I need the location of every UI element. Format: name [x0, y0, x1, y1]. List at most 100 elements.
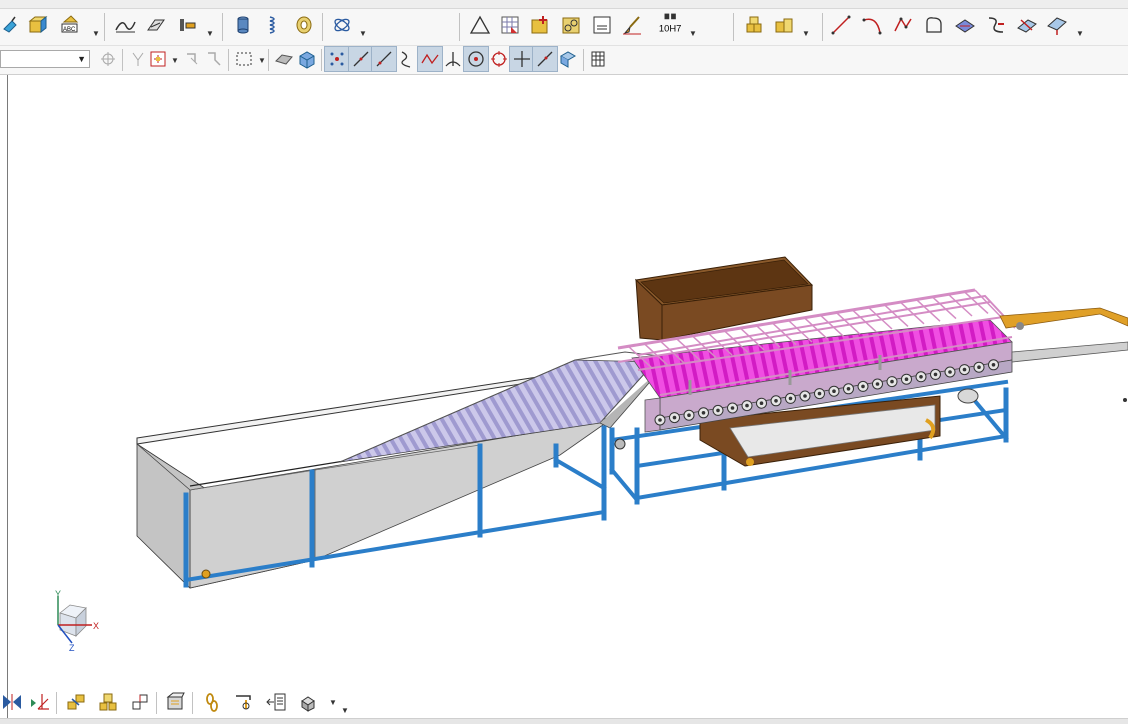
layer-select[interactable]: ▼ [0, 50, 90, 68]
gear-train-dropdown-icon[interactable]: ▼ [206, 29, 214, 38]
toolbar-row-1: ABC ▼ ▼ ▼ 10H7 ▼ ▼ ▼ [0, 9, 1128, 46]
snap-polyline-icon[interactable] [417, 46, 443, 72]
toolbar-separator [322, 13, 323, 41]
polyline-tool-icon[interactable] [891, 13, 915, 37]
add-feature-icon[interactable] [528, 13, 552, 37]
face-outline-icon[interactable] [922, 13, 946, 37]
transform-alt-icon[interactable] [202, 47, 226, 71]
chain-wheel-hub [658, 418, 662, 422]
outlet-chute [999, 307, 1128, 363]
path-tool-icon[interactable] [232, 690, 256, 714]
box-feature-icon[interactable] [25, 13, 49, 37]
snap-tangent-icon[interactable] [532, 46, 558, 72]
snap-line-icon[interactable] [348, 46, 374, 72]
snap-plus-icon[interactable] [509, 46, 535, 72]
fold-tool-icon[interactable] [1045, 13, 1069, 37]
ring-bearing-icon[interactable] [292, 13, 316, 37]
text-abc-icon[interactable]: ABC [58, 13, 82, 37]
tolerance-icon[interactable]: 10H7 [656, 11, 690, 35]
toolbar-top-strip [0, 0, 1128, 9]
chain-wheel-hub [759, 401, 764, 406]
cube-view-icon[interactable] [295, 47, 319, 71]
mirror-icon[interactable] [0, 690, 24, 714]
surface-sweep-icon[interactable] [113, 13, 137, 37]
component-dropdown-icon[interactable] [772, 13, 796, 37]
intersect-icon[interactable] [1015, 13, 1039, 37]
collection-crate-top [634, 256, 814, 341]
chevron-down-icon[interactable]: ▼ [77, 54, 86, 64]
select-box-dropdown-icon[interactable]: ▼ [258, 56, 266, 65]
coil-spring-dropdown-icon[interactable]: ▼ [359, 29, 367, 38]
split-tool-icon[interactable] [984, 13, 1008, 37]
chain-wheel-hub [933, 372, 938, 377]
toolbar-overflow-icon[interactable]: ▼ [341, 706, 349, 715]
select-box-icon[interactable] [232, 47, 256, 71]
surface-loft-icon[interactable] [144, 13, 168, 37]
chain-wheel-hub [861, 384, 865, 389]
toolbar-separator [192, 692, 193, 714]
chain-wheel-hub [991, 363, 996, 367]
snap-curve-icon[interactable] [395, 47, 419, 71]
curve-surface-icon[interactable] [953, 13, 977, 37]
coil-spring-icon[interactable] [330, 13, 354, 37]
pattern-icon[interactable] [64, 690, 88, 714]
explode-icon[interactable] [164, 690, 188, 714]
toolbar-separator [583, 49, 584, 71]
snap-grid-icon[interactable] [324, 46, 350, 72]
chain-wheel-hub [774, 399, 778, 403]
chain-wheel-hub [788, 396, 793, 401]
note-sheet-icon[interactable] [590, 13, 614, 37]
paint-brush-icon[interactable] [620, 13, 644, 37]
grid-table-icon[interactable] [586, 47, 610, 71]
chain-wheel-hub [730, 406, 735, 410]
spring-icon[interactable] [262, 13, 286, 37]
chain-wheel-hub [846, 387, 851, 391]
assembly-step-icon[interactable] [128, 690, 152, 714]
axis-triad: Y X Z [55, 589, 99, 653]
component-menu-dropdown-icon[interactable]: ▼ [802, 29, 810, 38]
filter-icon[interactable] [96, 47, 120, 71]
sheet-metal-tool-icon[interactable] [0, 13, 24, 37]
solid-view-icon[interactable] [272, 47, 296, 71]
toolbar-separator [459, 13, 460, 41]
conveyor-assembly-model[interactable]: Y X Z [0, 75, 1128, 718]
component-icon[interactable] [742, 13, 766, 37]
arc-tool-icon[interactable] [860, 13, 884, 37]
axis-z-label: Z [69, 643, 75, 653]
snap-point-dropdown-icon[interactable]: ▼ [171, 56, 179, 65]
properties-icon[interactable] [264, 690, 288, 714]
text-abc-dropdown-icon[interactable]: ▼ [92, 29, 100, 38]
chain-wheel-hub [745, 403, 749, 408]
chain-wheel-hub [716, 408, 720, 413]
gear-train-icon[interactable] [176, 13, 200, 37]
toolbar-separator [228, 49, 229, 71]
snap-reset-icon[interactable] [556, 47, 580, 71]
axis-y-label: Y [55, 589, 61, 599]
snap-circle-icon[interactable] [487, 47, 511, 71]
parts-icon[interactable] [96, 690, 120, 714]
chain-icon[interactable] [200, 690, 224, 714]
cylinder-part-icon[interactable] [231, 13, 255, 37]
blocks-icon[interactable] [298, 690, 322, 714]
snap-center-icon[interactable] [463, 46, 489, 72]
chain-wheel-hub [701, 411, 706, 415]
toolbar-separator [268, 49, 269, 71]
align-icon[interactable] [28, 690, 52, 714]
blocks-dropdown-icon[interactable]: ▼ [329, 698, 337, 707]
snap-perpendicular-icon[interactable] [441, 47, 465, 71]
gears-icon[interactable] [559, 13, 583, 37]
axis-x-label: X [93, 621, 99, 631]
chain-wheel-hub [890, 379, 894, 384]
table-grid-icon[interactable] [498, 13, 522, 37]
chain-wheel-hub [919, 375, 923, 379]
snap-edge-icon[interactable] [371, 46, 397, 72]
chain-wheel-hub [875, 382, 880, 386]
toolbar-separator [104, 13, 105, 41]
transform-icon[interactable] [180, 47, 204, 71]
snap-point-icon[interactable] [146, 47, 170, 71]
tolerance-dropdown-icon[interactable]: ▼ [689, 29, 697, 38]
triangle-icon[interactable] [468, 13, 492, 37]
toolbar-separator [222, 13, 223, 41]
fold-tool-dropdown-icon[interactable]: ▼ [1076, 29, 1084, 38]
line-tool-icon[interactable] [829, 13, 853, 37]
